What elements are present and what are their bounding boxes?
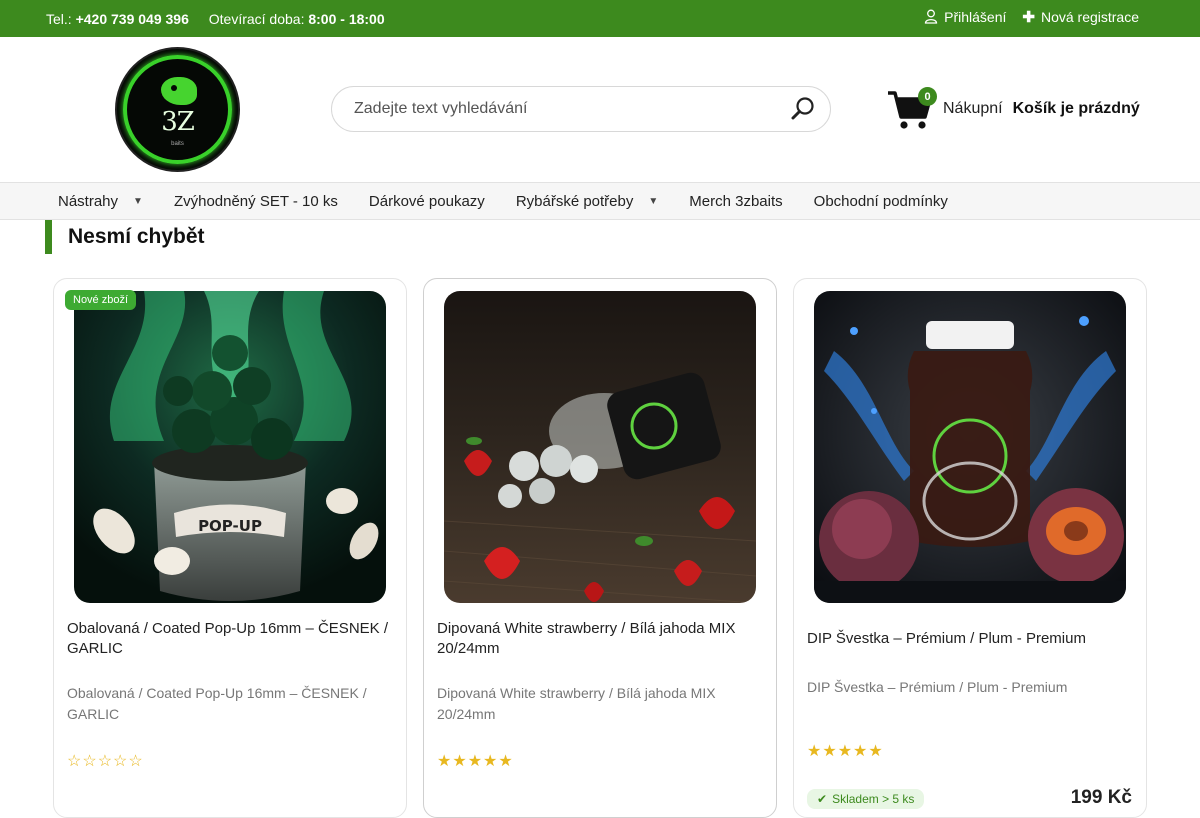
header: 3Z baits 0 Nákupní Košík je prázdný bbox=[0, 37, 1200, 182]
search-input[interactable] bbox=[354, 100, 790, 118]
hours-value: 8:00 - 18:00 bbox=[308, 10, 385, 27]
product-image[interactable]: POP-UP bbox=[74, 291, 386, 603]
register-link[interactable]: ✚ Nová registrace bbox=[1022, 8, 1139, 26]
opening-hours: Otevírací doba: 8:00 - 18:00 bbox=[209, 11, 385, 27]
cart-widget[interactable]: 0 Nákupní Košík je prázdný bbox=[886, 87, 1140, 131]
nav-item-merch[interactable]: Merch 3zbaits bbox=[689, 193, 782, 210]
search-box bbox=[331, 86, 831, 132]
product-card[interactable]: DIP Švestka – Prémium / Plum - Premium D… bbox=[793, 278, 1147, 818]
top-bar: Tel.: +420 739 049 396 Otevírací doba: 8… bbox=[0, 0, 1200, 37]
user-icon bbox=[924, 9, 938, 24]
product-image[interactable] bbox=[444, 291, 756, 603]
rating-stars: ★ ★ ★ ★ ★ bbox=[437, 751, 513, 771]
stock-text: Skladem > 5 ks bbox=[832, 792, 915, 806]
cart-status: Košík je prázdný bbox=[1012, 100, 1140, 117]
nav-label: Rybářské potřeby bbox=[515, 192, 634, 210]
product-card[interactable]: Nové zboží POP-UP Obalovaná / Coated Pop… bbox=[53, 278, 407, 818]
nav-item-nastrahy[interactable]: Nástrahy ▼ bbox=[58, 193, 143, 210]
product-price: 199 Kč bbox=[1070, 787, 1132, 808]
product-name[interactable]: Obalovaná / Coated Pop-Up 16mm – ČESNEK … bbox=[67, 619, 396, 659]
section-title-text: Nesmí chybět bbox=[68, 225, 205, 248]
nav-item-fishing-supplies[interactable]: Rybářské potřeby ▼ bbox=[516, 193, 658, 210]
section-title: Nesmí chybět bbox=[45, 220, 205, 254]
star-filled-icon: ★ bbox=[837, 743, 853, 760]
logo-subtext: baits bbox=[171, 141, 184, 147]
search-icon[interactable] bbox=[790, 96, 816, 122]
star-filled-icon: ★ bbox=[483, 753, 498, 770]
phone-info: Tel.: +420 739 049 396 bbox=[46, 11, 189, 27]
nav-label: Dárkové poukazy bbox=[368, 192, 485, 210]
nav-item-terms[interactable]: Obchodní podmínky bbox=[814, 193, 948, 210]
chevron-down-icon: ▼ bbox=[133, 195, 143, 207]
product-name[interactable]: Dipovaná White strawberry / Bílá jahoda … bbox=[437, 619, 766, 659]
nav-item-vouchers[interactable]: Dárkové poukazy bbox=[369, 193, 485, 210]
contact-info: Tel.: +420 739 049 396 Otevírací doba: 8… bbox=[46, 11, 397, 27]
cart-icon: 0 bbox=[886, 87, 937, 131]
rating-stars: ☆ ☆ ☆ ☆ ☆ bbox=[67, 751, 143, 771]
login-label: Přihlášení bbox=[944, 8, 1007, 25]
cart-label: Nákupní bbox=[943, 100, 1003, 117]
star-filled-icon: ★ bbox=[467, 753, 483, 770]
star-empty-icon: ☆ bbox=[113, 753, 128, 770]
rating-stars: ★ ★ ★ ★ ★ bbox=[807, 741, 883, 761]
nav-label: Nástrahy bbox=[58, 192, 119, 210]
fish-mascot-icon bbox=[161, 77, 197, 105]
login-link[interactable]: Přihlášení bbox=[924, 9, 1006, 25]
logo-text: 3Z bbox=[161, 107, 195, 137]
check-icon: ✔ bbox=[817, 792, 828, 806]
star-filled-icon: ★ bbox=[868, 743, 883, 760]
star-empty-icon: ☆ bbox=[82, 753, 97, 770]
nav-item-set[interactable]: Zvýhodněný SET - 10 ks bbox=[174, 193, 338, 210]
product-name[interactable]: DIP Švestka – Prémium / Plum - Premium bbox=[807, 629, 1136, 649]
star-filled-icon: ★ bbox=[807, 743, 822, 760]
site-logo[interactable]: 3Z baits bbox=[115, 47, 240, 172]
phone-number[interactable]: +420 739 049 396 bbox=[76, 11, 189, 27]
jar-label-text: POP-UP bbox=[198, 517, 262, 535]
product-image[interactable] bbox=[814, 291, 1126, 603]
cart-count-badge: 0 bbox=[918, 87, 937, 106]
hours-label: Otevírací doba: bbox=[208, 10, 305, 27]
product-description: Obalovaná / Coated Pop-Up 16mm – ČESNEK … bbox=[67, 685, 367, 722]
main-nav: Nástrahy ▼ Zvýhodněný SET - 10 ks Dárkové… bbox=[0, 182, 1200, 220]
new-product-badge: Nové zboží bbox=[65, 290, 137, 310]
product-description: DIP Švestka – Prémium / Plum - Premium bbox=[807, 679, 1068, 695]
star-filled-icon: ★ bbox=[822, 743, 837, 760]
phone-label: Tel.: bbox=[46, 10, 72, 27]
nav-label: Zvýhodněný SET - 10 ks bbox=[173, 192, 338, 210]
star-filled-icon: ★ bbox=[437, 753, 452, 770]
star-empty-icon: ☆ bbox=[67, 753, 82, 770]
chevron-down-icon: ▼ bbox=[648, 195, 659, 207]
nav-label: Obchodní podmínky bbox=[813, 192, 948, 210]
star-filled-icon: ★ bbox=[498, 753, 513, 770]
register-label: Nová registrace bbox=[1040, 8, 1139, 25]
plus-icon: ✚ bbox=[1022, 8, 1035, 26]
star-filled-icon: ★ bbox=[452, 753, 467, 770]
product-card[interactable]: Dipovaná White strawberry / Bílá jahoda … bbox=[423, 278, 777, 818]
star-empty-icon: ☆ bbox=[97, 753, 113, 770]
stock-badge: ✔ Skladem > 5 ks bbox=[807, 789, 925, 809]
star-filled-icon: ★ bbox=[853, 743, 868, 760]
star-empty-icon: ☆ bbox=[128, 753, 143, 770]
product-description: Dipovaná White strawberry / Bílá jahoda … bbox=[437, 685, 716, 722]
nav-label: Merch 3zbaits bbox=[689, 192, 783, 210]
